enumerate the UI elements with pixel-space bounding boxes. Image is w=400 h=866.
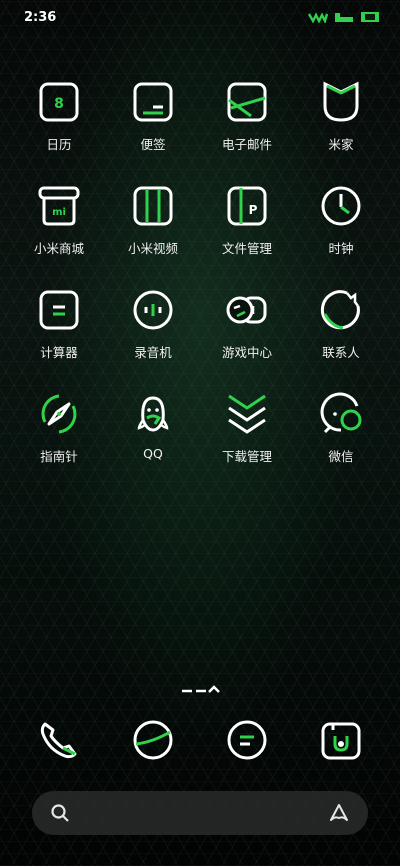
dock-messages[interactable] (223, 716, 271, 764)
status-bar: 2:36 (0, 0, 400, 34)
download-manager-icon (228, 394, 266, 434)
status-time: 2:36 (24, 10, 57, 25)
status-icons (308, 11, 380, 23)
app-label: 游戏中心 (221, 345, 272, 360)
app-contacts[interactable]: 联系人 (294, 286, 388, 361)
mi-store-icon: mi (38, 186, 80, 226)
app-email[interactable]: 电子邮件 (200, 78, 294, 153)
app-label: 微信 (328, 449, 354, 464)
svg-text:mi: mi (52, 207, 66, 218)
contacts-icon (320, 290, 360, 330)
search-bar[interactable] (32, 791, 368, 835)
wechat-icon (320, 392, 362, 434)
app-compass[interactable]: 指南针 (12, 390, 106, 465)
app-label: QQ (143, 446, 163, 461)
mi-video-icon (133, 186, 173, 226)
dock-camera[interactable] (317, 716, 365, 764)
svg-text:P: P (249, 203, 258, 217)
app-mi-video[interactable]: 小米视频 (106, 182, 200, 257)
dock-phone[interactable] (35, 716, 83, 764)
qq-icon (137, 396, 169, 432)
app-label: 小米商城 (33, 241, 84, 256)
browser-icon (133, 720, 173, 760)
app-label: 电子邮件 (221, 137, 272, 152)
app-label: 米家 (328, 137, 354, 152)
app-calendar[interactable]: 8 日历 (12, 78, 106, 153)
app-clock[interactable]: 时钟 (294, 182, 388, 257)
app-label: 小米视频 (127, 241, 178, 256)
app-label: 联系人 (322, 345, 360, 360)
calculator-icon (39, 290, 79, 330)
dock-browser[interactable] (129, 716, 177, 764)
recorder-icon (133, 290, 173, 330)
app-label: 录音机 (134, 345, 172, 360)
file-manager-icon: P (227, 186, 267, 226)
battery-icon (361, 12, 379, 22)
app-file-manager[interactable]: P 文件管理 (200, 182, 294, 257)
app-label: 时钟 (328, 241, 354, 256)
camera-icon (321, 722, 361, 760)
app-game-center[interactable]: 游戏中心 (200, 286, 294, 361)
compass-icon (41, 394, 77, 434)
svg-text:8: 8 (54, 96, 64, 112)
email-icon (227, 82, 267, 122)
app-label: 文件管理 (221, 241, 272, 256)
app-label: 便签 (140, 137, 166, 152)
messages-icon (227, 720, 267, 760)
app-wechat[interactable]: 微信 (294, 390, 388, 465)
app-mijia[interactable]: 米家 (294, 78, 388, 153)
app-download-manager[interactable]: 下载管理 (200, 390, 294, 465)
app-label: 日历 (46, 137, 72, 152)
page-indicator[interactable] (180, 684, 220, 694)
clock-icon (321, 186, 361, 226)
app-qq[interactable]: QQ (106, 390, 200, 461)
search-icon (51, 804, 69, 822)
calendar-icon: 8 (39, 82, 79, 122)
app-label: 下载管理 (221, 449, 272, 464)
signal-icon (335, 13, 353, 22)
app-calculator[interactable]: 计算器 (12, 286, 106, 361)
app-recorder[interactable]: 录音机 (106, 286, 200, 361)
dock (0, 716, 400, 772)
game-center-icon (226, 296, 267, 324)
app-label: 计算器 (40, 345, 78, 360)
app-notes[interactable]: 便签 (106, 78, 200, 153)
wifi-icon (308, 12, 328, 23)
notes-icon (133, 82, 173, 122)
mijia-icon (323, 81, 359, 122)
phone-icon (40, 722, 77, 759)
app-mi-store[interactable]: mi 小米商城 (12, 182, 106, 257)
assistant-icon[interactable] (328, 802, 350, 824)
app-label: 指南针 (40, 449, 78, 464)
